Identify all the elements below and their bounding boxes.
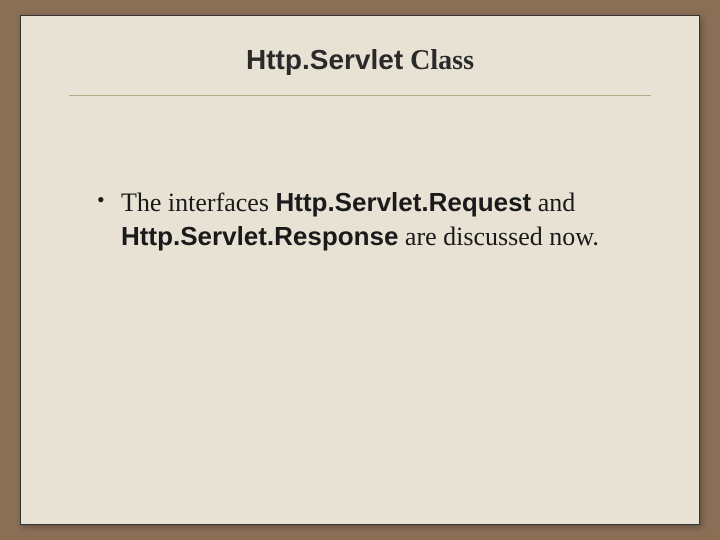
bullet-suffix: are discussed now. [398, 222, 598, 251]
slide-container: Http.Servlet Class The interfaces Http.S… [20, 15, 700, 525]
bullet-term2: Http.Servlet.Response [121, 221, 398, 251]
bullet-mid: and [531, 188, 575, 217]
slide-title: Http.Servlet Class [69, 44, 651, 77]
bullet-prefix: The interfaces [121, 188, 275, 217]
title-part2: Class [410, 45, 474, 76]
bullet-term1: Http.Servlet.Request [275, 187, 531, 217]
content-area: The interfaces Http.Servlet.Request and … [69, 186, 651, 254]
title-part1: Http.Servlet [246, 44, 403, 75]
bullet-point: The interfaces Http.Servlet.Request and … [97, 186, 651, 254]
title-divider [69, 95, 651, 96]
